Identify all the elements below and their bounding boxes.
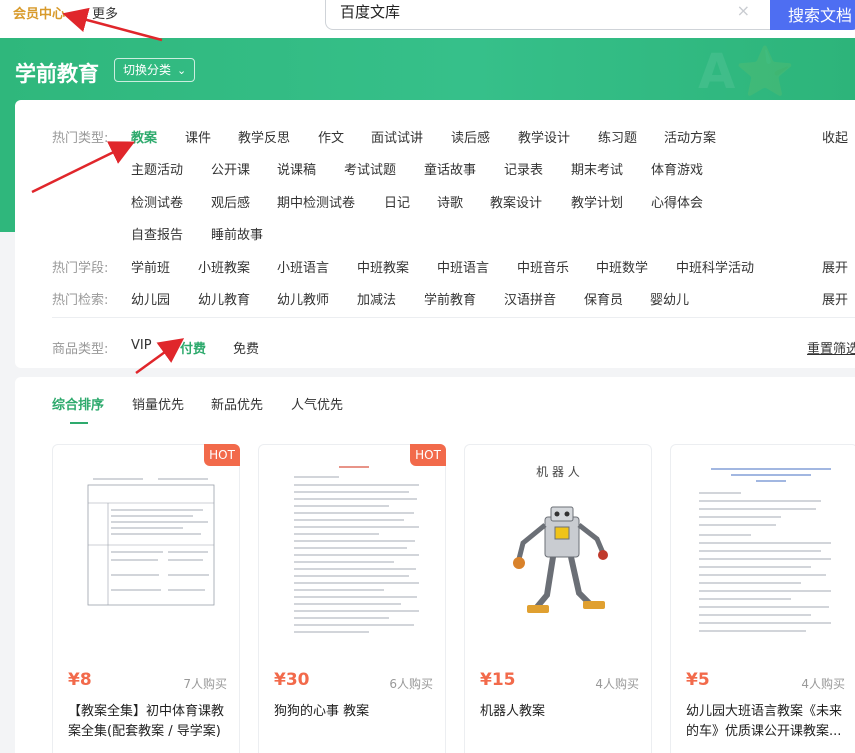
search-tag[interactable]: 幼儿园 bbox=[131, 289, 170, 308]
type-item[interactable]: 主题活动 bbox=[131, 159, 183, 178]
document-thumbnail bbox=[681, 455, 847, 645]
product-sold-count: 7人购买 bbox=[183, 677, 227, 691]
type-item[interactable]: 观后感 bbox=[211, 192, 250, 211]
type-jiaoan[interactable]: 教案 bbox=[131, 127, 157, 146]
stage-item[interactable]: 中班科学活动 bbox=[676, 257, 754, 276]
type-item[interactable]: 课件 bbox=[185, 127, 211, 146]
product-price: ¥15 bbox=[480, 670, 516, 690]
page-title: 学前教育 bbox=[15, 62, 99, 86]
more-link[interactable]: 更多 bbox=[92, 3, 118, 22]
sort-popular[interactable]: 人气优先 bbox=[291, 394, 343, 413]
type-item[interactable]: 公开课 bbox=[211, 159, 250, 178]
top-bar: 会员中心 更多 百度文库 × 搜索文档 bbox=[0, 0, 855, 38]
switch-category-button[interactable]: 切换分类 ⌄ bbox=[114, 58, 196, 82]
document-thumbnail bbox=[63, 455, 229, 645]
product-sold-count: 4人购买 bbox=[595, 677, 639, 691]
type-item[interactable]: 童话故事 bbox=[424, 159, 476, 178]
switch-category-label: 切换分类 bbox=[123, 63, 172, 77]
type-item[interactable]: 心得体会 bbox=[651, 192, 703, 211]
sort-newest[interactable]: 新品优先 bbox=[211, 394, 263, 413]
product-title[interactable]: 【教案全集】初中体育课教案全集(配套教案 / 导学案) bbox=[68, 702, 228, 742]
reset-filter-button[interactable]: 重置筛选 bbox=[807, 338, 855, 357]
type-item[interactable]: 读后感 bbox=[451, 127, 490, 146]
type-item[interactable]: 诗歌 bbox=[437, 192, 463, 211]
type-item[interactable]: 期末考试 bbox=[571, 159, 623, 178]
search-tag[interactable]: 婴幼儿 bbox=[650, 289, 689, 308]
expand-search-button[interactable]: 展开 bbox=[822, 289, 848, 308]
product-title[interactable]: 机器人教案 bbox=[480, 702, 640, 722]
type-item[interactable]: 教学设计 bbox=[518, 127, 570, 146]
type-item[interactable]: 作文 bbox=[318, 127, 344, 146]
goods-vip[interactable]: VIP bbox=[131, 338, 152, 353]
sort-active-indicator bbox=[70, 422, 88, 424]
search-tag[interactable]: 加减法 bbox=[357, 289, 396, 308]
search-tag[interactable]: 学前教育 bbox=[424, 289, 476, 308]
product-card[interactable]: 机 器 人 ¥15 4人购买 机器人教案 bbox=[464, 444, 652, 753]
type-item[interactable]: 记录表 bbox=[504, 159, 543, 178]
sort-sales[interactable]: 销量优先 bbox=[132, 394, 184, 413]
type-item[interactable]: 考试试题 bbox=[344, 159, 396, 178]
type-item[interactable]: 教学反思 bbox=[238, 127, 290, 146]
search-input[interactable]: 百度文库 × bbox=[325, 0, 771, 30]
product-card[interactable]: HOT ¥30 6人购买 狗狗的心事 教案 bbox=[258, 444, 446, 753]
type-item[interactable]: 自查报告 bbox=[131, 224, 183, 243]
search-query: 百度文库 bbox=[340, 3, 401, 21]
product-card[interactable]: ¥5 4人购买 幼儿园大班语言教案《未来的车》优质课公开课教案... bbox=[670, 444, 855, 753]
product-card[interactable]: HOT ¥8 7人购买 【教案全集】初中体育课教案全集(配套教案 / 导学案) bbox=[52, 444, 240, 753]
product-price: ¥30 bbox=[274, 670, 310, 690]
search-tag[interactable]: 幼儿教师 bbox=[277, 289, 329, 308]
product-price: ¥5 bbox=[686, 670, 710, 690]
type-item[interactable]: 活动方案 bbox=[664, 127, 716, 146]
sort-comprehensive[interactable]: 综合排序 bbox=[52, 394, 104, 413]
banner-decoration: A⭐ bbox=[698, 44, 795, 100]
type-item[interactable]: 睡前故事 bbox=[211, 224, 263, 243]
product-price: ¥8 bbox=[68, 670, 92, 690]
type-item[interactable]: 面试试讲 bbox=[371, 127, 423, 146]
stage-item[interactable]: 中班语言 bbox=[437, 257, 489, 276]
type-item[interactable]: 检测试卷 bbox=[131, 192, 183, 211]
goods-paid[interactable]: 付费 bbox=[180, 338, 206, 357]
vip-center-link[interactable]: 会员中心 bbox=[13, 3, 65, 22]
type-item[interactable]: 教案设计 bbox=[490, 192, 542, 211]
goods-free[interactable]: 免费 bbox=[233, 338, 259, 357]
stage-item[interactable]: 小班语言 bbox=[277, 257, 329, 276]
hot-badge: HOT bbox=[204, 444, 240, 466]
stage-item[interactable]: 学前班 bbox=[131, 257, 170, 276]
stage-item[interactable]: 中班数学 bbox=[596, 257, 648, 276]
document-thumbnail bbox=[269, 455, 435, 645]
search-button[interactable]: 搜索文档 bbox=[770, 0, 855, 30]
clear-icon[interactable]: × bbox=[737, 1, 750, 20]
type-item[interactable]: 日记 bbox=[384, 192, 410, 211]
product-sold-count: 4人购买 bbox=[801, 677, 845, 691]
document-thumbnail: 机 器 人 bbox=[475, 455, 641, 645]
robot-image bbox=[513, 506, 608, 613]
results-panel: 综合排序 销量优先 新品优先 人气优先 HOT ¥8 7人购买 【教案全集】初中… bbox=[15, 377, 855, 753]
type-item[interactable]: 期中检测试卷 bbox=[277, 192, 355, 211]
expand-stages-button[interactable]: 展开 bbox=[822, 257, 848, 276]
goods-type-label: 商品类型: bbox=[52, 342, 109, 357]
divider bbox=[52, 317, 855, 318]
product-title[interactable]: 幼儿园大班语言教案《未来的车》优质课公开课教案... bbox=[686, 702, 846, 742]
filter-panel: 热门类型: 教案 课件 教学反思 作文 面试试讲 读后感 教学设计 练习题 活动… bbox=[15, 100, 855, 368]
product-title[interactable]: 狗狗的心事 教案 bbox=[274, 702, 434, 722]
stage-item[interactable]: 中班音乐 bbox=[517, 257, 569, 276]
collapse-button[interactable]: 收起 bbox=[822, 127, 848, 146]
stage-item[interactable]: 小班教案 bbox=[198, 257, 250, 276]
type-item[interactable]: 说课稿 bbox=[277, 159, 316, 178]
search-tag[interactable]: 幼儿教育 bbox=[198, 289, 250, 308]
chevron-down-icon: ⌄ bbox=[177, 64, 187, 77]
hot-stages-label: 热门学段: bbox=[52, 261, 109, 276]
hot-badge: HOT bbox=[410, 444, 446, 466]
product-sold-count: 6人购买 bbox=[389, 677, 433, 691]
type-item[interactable]: 练习题 bbox=[598, 127, 637, 146]
search-tag[interactable]: 汉语拼音 bbox=[504, 289, 556, 308]
search-tag[interactable]: 保育员 bbox=[584, 289, 623, 308]
hot-types-label: 热门类型: bbox=[52, 131, 109, 146]
hot-search-label: 热门检索: bbox=[52, 293, 109, 308]
type-item[interactable]: 教学计划 bbox=[571, 192, 623, 211]
stage-item[interactable]: 中班教案 bbox=[357, 257, 409, 276]
type-item[interactable]: 体育游戏 bbox=[651, 159, 703, 178]
